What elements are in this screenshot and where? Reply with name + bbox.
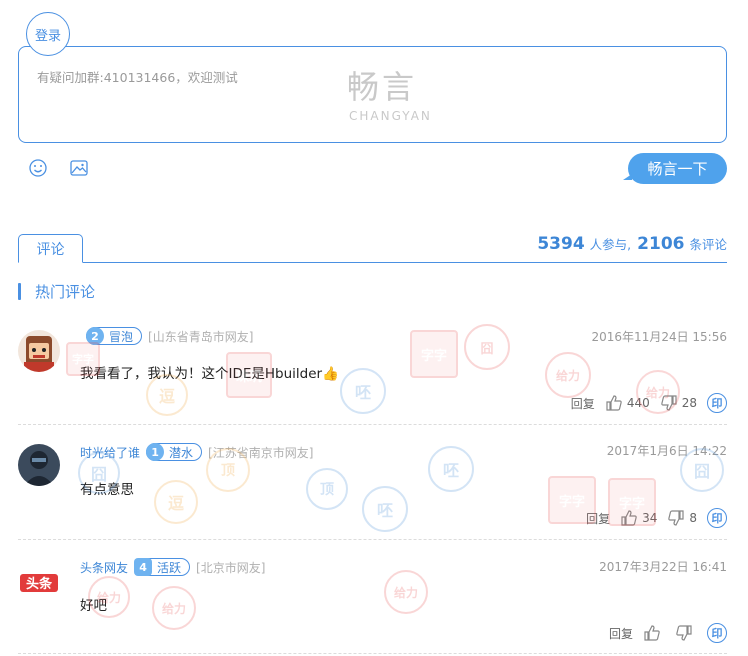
user-location: [山东省青岛市网友] xyxy=(148,329,254,344)
avatar[interactable]: 头条 xyxy=(18,562,60,604)
comment-content: 有点意思 xyxy=(80,482,134,498)
editor-placeholder: 有疑问加群:410131466，欢迎测试 xyxy=(37,70,238,85)
comment-content: 我看看了，我认为！这个IDE是Hbuilder👍 xyxy=(80,366,339,382)
like-button[interactable]: 34 xyxy=(620,509,657,527)
tab-comments[interactable]: 评论 xyxy=(18,234,83,263)
participant-count: 5394 xyxy=(537,234,585,254)
hot-comments-title: 热门评论 xyxy=(35,282,96,301)
thumbs-up-icon xyxy=(621,510,637,526)
share-icon[interactable]: 印 xyxy=(707,508,727,528)
comment-stats: 5394 人参与, 2106 条评论 xyxy=(537,234,727,260)
hot-comments-heading: 热门评论 xyxy=(18,281,95,301)
comment-meta: 2 冒泡 [山东省青岛市网友] xyxy=(80,326,253,346)
comment-time: 2017年1月6日 14:22 xyxy=(606,444,727,458)
submit-button[interactable]: 畅言一下 xyxy=(623,153,727,184)
participant-label: 人参与, xyxy=(589,237,632,252)
level-badge: 4 活跃 xyxy=(134,558,191,576)
level-name: 冒泡 xyxy=(109,329,134,344)
like-button[interactable]: 440 xyxy=(605,394,650,412)
level-number: 4 xyxy=(134,558,153,576)
dislike-count: 28 xyxy=(681,396,697,410)
dislike-count: 8 xyxy=(689,511,697,525)
like-button[interactable] xyxy=(643,624,665,642)
changyan-logo: 畅言 xyxy=(347,68,418,106)
submit-label: 畅言一下 xyxy=(647,160,708,178)
thumbs-up-icon xyxy=(644,625,660,641)
heading-bar xyxy=(18,282,21,300)
image-icon[interactable] xyxy=(68,157,90,179)
comment-count: 2106 xyxy=(637,234,685,254)
comment-meta: 头条网友 4 活跃 [北京市网友] xyxy=(80,557,265,577)
username[interactable]: 时光给了谁 xyxy=(80,444,140,461)
smiley-icon[interactable] xyxy=(27,157,49,179)
reply-button[interactable]: 回复 xyxy=(571,395,595,412)
user-location: [北京市网友] xyxy=(196,560,266,575)
avatar[interactable] xyxy=(18,330,60,372)
share-icon[interactable]: 印 xyxy=(707,393,727,413)
login-button[interactable]: 登录 xyxy=(26,12,70,56)
user-location: [江苏省南京市网友] xyxy=(208,445,314,460)
thumbs-down-icon xyxy=(668,510,684,526)
comment-actions: 回复 440 28 印 xyxy=(571,393,727,413)
dislike-button[interactable]: 28 xyxy=(660,394,697,412)
comment-time: 2017年3月22日 16:41 xyxy=(599,560,727,574)
avatar-text: 头条 xyxy=(25,577,52,592)
reply-button[interactable]: 回复 xyxy=(586,510,610,527)
reply-button[interactable]: 回复 xyxy=(609,625,633,642)
comment-meta: 时光给了谁 1 潜水 [江苏省南京市网友] xyxy=(80,442,313,462)
comment-actions: 回复 印 xyxy=(609,623,727,643)
comment-item: 时光给了谁 1 潜水 [江苏省南京市网友] 2017年1月6日 14:22 有点… xyxy=(18,440,727,540)
username[interactable]: 头条网友 xyxy=(80,559,128,576)
dislike-button[interactable]: 8 xyxy=(667,509,697,527)
avatar[interactable] xyxy=(18,444,60,486)
share-icon[interactable]: 印 xyxy=(707,623,727,643)
level-number: 2 xyxy=(86,327,104,345)
comment-time: 2016年11月24日 15:56 xyxy=(591,330,727,344)
like-count: 440 xyxy=(626,396,650,410)
comment-item: 头条 头条网友 4 活跃 [北京市网友] 2017年3月22日 16:41 好吧… xyxy=(18,556,727,654)
comment-actions: 回复 34 8 印 xyxy=(586,508,727,528)
thumbs-down-icon xyxy=(660,395,677,411)
level-number: 1 xyxy=(146,443,165,461)
like-count: 34 xyxy=(642,511,658,525)
level-badge: 1 潜水 xyxy=(146,443,203,461)
level-badge: 2 冒泡 xyxy=(86,327,143,345)
speech-tail xyxy=(623,174,632,180)
comment-label: 条评论 xyxy=(689,237,727,252)
level-name: 活跃 xyxy=(157,560,182,575)
comment-content: 好吧 xyxy=(80,598,107,614)
level-name: 潜水 xyxy=(169,445,194,460)
changyan-logo-en: CHANGYAN xyxy=(349,109,432,123)
dislike-button[interactable] xyxy=(675,624,697,642)
thumbs-down-icon xyxy=(676,625,692,641)
tab-bar: 评论 5394 人参与, 2106 条评论 xyxy=(18,234,727,263)
thumbs-up-icon xyxy=(606,395,622,411)
comment-item: 2 冒泡 [山东省青岛市网友] 2016年11月24日 15:56 我看看了，我… xyxy=(18,326,727,425)
comment-editor[interactable]: 有疑问加群:410131466，欢迎测试 畅言 CHANGYAN xyxy=(18,46,727,143)
